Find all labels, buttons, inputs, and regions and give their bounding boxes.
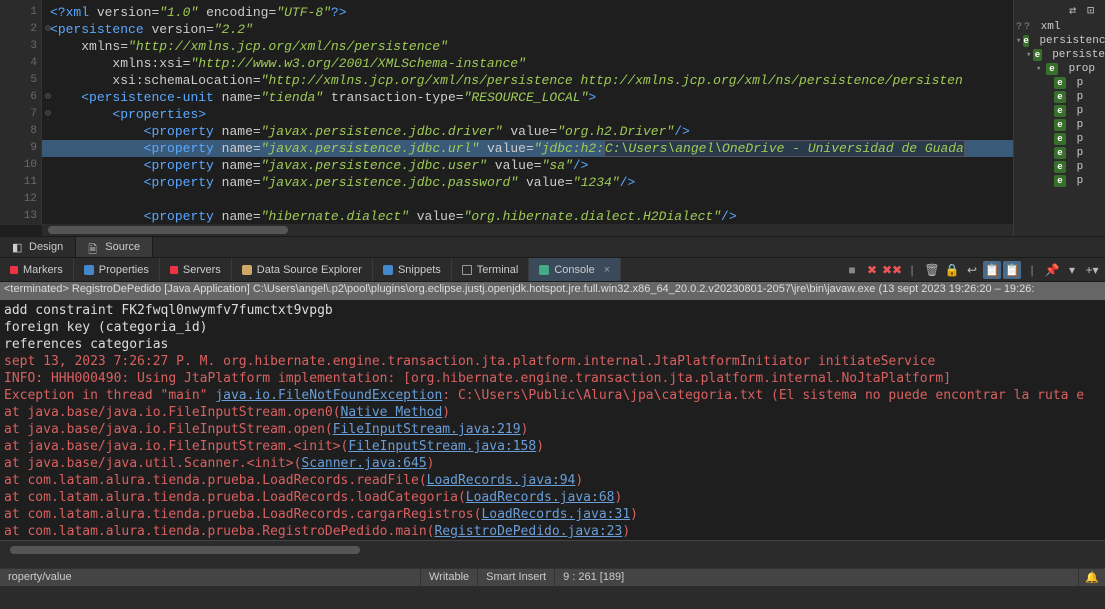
scroll-lock-button[interactable]: 🔒 (943, 261, 961, 279)
stack-link[interactable]: LoadRecords.java:94 (427, 473, 576, 488)
show-on-output-button[interactable]: 📋 (983, 261, 1001, 279)
stack-link[interactable]: FileInputStream.java:219 (333, 422, 521, 437)
close-icon[interactable]: × (604, 264, 610, 276)
outline-node-persistence-unit[interactable]: ▾e persiste (1016, 48, 1105, 62)
properties-icon (84, 265, 94, 275)
editor-area: 1 2 3 4 5 6 7 8 9 10 11 12 13 <?xml vers… (0, 0, 1105, 236)
link-editor-icon[interactable]: ⇄ (1069, 3, 1083, 17)
status-bar: roperty/value Writable Smart Insert 9 : … (0, 568, 1105, 586)
horizontal-scrollbar[interactable] (42, 224, 1013, 236)
data-source-icon (242, 265, 252, 275)
outline-node-property[interactable]: e p (1016, 104, 1105, 118)
status-insert-mode: Smart Insert (477, 569, 554, 586)
code-editor[interactable]: 1 2 3 4 5 6 7 8 9 10 11 12 13 <?xml vers… (0, 0, 1013, 236)
outline-node-persistence[interactable]: ▾e persistenc (1016, 34, 1105, 48)
tab-markers[interactable]: Markers (0, 258, 74, 281)
console-launch-label: <terminated> RegistroDePedido [Java Appl… (0, 282, 1105, 300)
outline-node-property[interactable]: e p (1016, 160, 1105, 174)
editor-sub-tabs: ◧Design 🗎Source (0, 236, 1105, 258)
clear-console-button[interactable]: 🗑 (923, 261, 941, 279)
console-icon (539, 265, 549, 275)
snippets-icon (383, 265, 393, 275)
views-tab-bar: Markers Properties Servers Data Source E… (0, 258, 1105, 282)
word-wrap-button[interactable]: ↩ (963, 261, 981, 279)
outline-node-property[interactable]: e p (1016, 146, 1105, 160)
horizontal-scroll-thumb[interactable] (10, 546, 360, 554)
bottom-panel: Markers Properties Servers Data Source E… (0, 258, 1105, 568)
tab-servers[interactable]: Servers (160, 258, 232, 281)
tab-data-source[interactable]: Data Source Explorer (232, 258, 373, 281)
tab-design[interactable]: ◧Design (0, 237, 76, 257)
servers-icon (170, 266, 178, 274)
stack-link[interactable]: FileInputStream.java:158 (348, 439, 536, 454)
outline-node-property[interactable]: e p (1016, 76, 1105, 90)
source-icon: 🗎 (88, 241, 100, 253)
outline-node-properties[interactable]: ▾e prop (1016, 62, 1105, 76)
status-cursor-pos: 9 : 261 [189] (554, 569, 632, 586)
tab-console[interactable]: Console× (529, 258, 621, 281)
console-output[interactable]: add constraint FK2fwql0nwymfv7fumctxt9vp… (0, 300, 1105, 540)
stack-link[interactable]: RegistroDePedido.java:23 (434, 524, 622, 539)
display-console-button[interactable]: ▾ (1063, 261, 1081, 279)
outline-node-property[interactable]: e p (1016, 90, 1105, 104)
status-divider (0, 540, 1105, 568)
markers-icon (10, 266, 18, 274)
show-on-error-button[interactable]: 📋 (1003, 261, 1021, 279)
stack-link[interactable]: Native Method (341, 405, 443, 420)
outline-node-property[interactable]: e p (1016, 174, 1105, 188)
open-console-button[interactable]: +▾ (1083, 261, 1101, 279)
tab-properties[interactable]: Properties (74, 258, 160, 281)
status-path: roperty/value (0, 569, 420, 586)
remove-launch-button[interactable]: ✖ (863, 261, 881, 279)
expand-all-icon[interactable]: ⊡ (1087, 3, 1101, 17)
outline-pane: ⇄ ⊡ ?? xml ▾e persistenc ▾e persiste ▾e … (1013, 0, 1105, 236)
outline-node-property[interactable]: e p (1016, 118, 1105, 132)
scroll-thumb[interactable] (48, 226, 288, 234)
stack-link[interactable]: java.io.FileNotFoundException (215, 388, 442, 403)
line-gutter: 1 2 3 4 5 6 7 8 9 10 11 12 13 (0, 0, 42, 225)
status-writable: Writable (420, 569, 477, 586)
console-toolbar: ■ ✖ ✖✖ | 🗑 🔒 ↩ 📋 📋 | 📌 ▾ +▾ (843, 258, 1105, 281)
outline-node-property[interactable]: e p (1016, 132, 1105, 146)
tab-snippets[interactable]: Snippets (373, 258, 452, 281)
code-content[interactable]: <?xml version="1.0" encoding="UTF-8"?> <… (42, 4, 1013, 225)
tab-terminal[interactable]: Terminal (452, 258, 530, 281)
terminate-button[interactable]: ■ (843, 261, 861, 279)
outline-toolbar: ⇄ ⊡ (1014, 0, 1105, 20)
status-notifications[interactable]: 🔔 (1078, 569, 1105, 586)
stack-link[interactable]: Scanner.java:645 (301, 456, 426, 471)
stack-link[interactable]: LoadRecords.java:31 (481, 507, 630, 522)
terminal-icon (462, 265, 472, 275)
design-icon: ◧ (12, 241, 24, 253)
pin-console-button[interactable]: 📌 (1043, 261, 1061, 279)
remove-all-launches-button[interactable]: ✖✖ (883, 261, 901, 279)
tab-source[interactable]: 🗎Source (76, 237, 153, 257)
stack-link[interactable]: LoadRecords.java:68 (466, 490, 615, 505)
outline-node-xml[interactable]: ?? xml (1016, 20, 1105, 34)
